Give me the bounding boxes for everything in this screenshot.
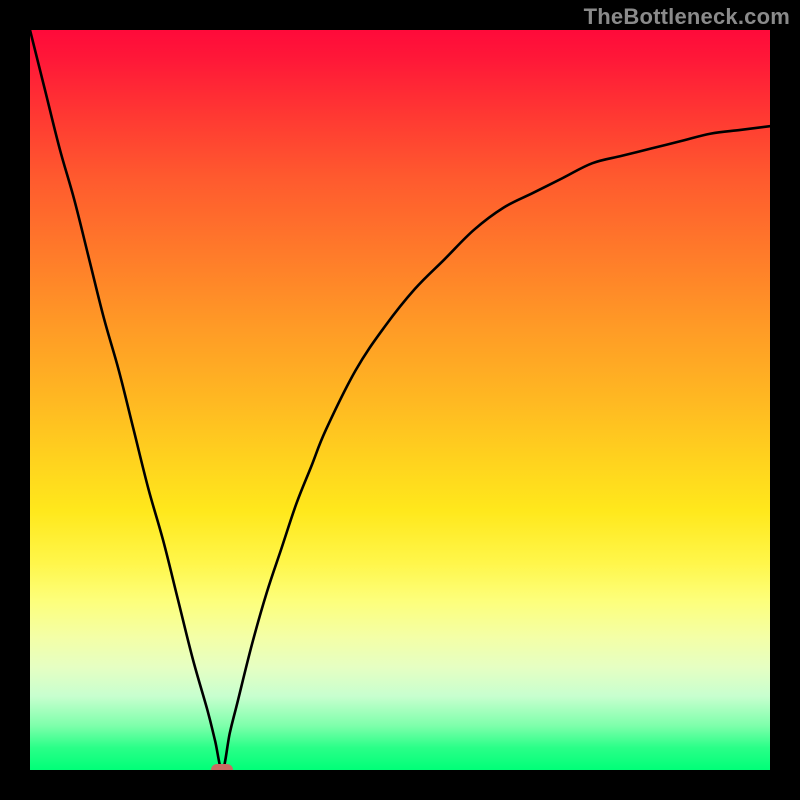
- bottleneck-curve: [30, 30, 770, 770]
- chart-frame: TheBottleneck.com: [0, 0, 800, 800]
- curve-svg: [30, 30, 770, 770]
- plot-area: [30, 30, 770, 770]
- watermark-text: TheBottleneck.com: [584, 4, 790, 30]
- optimal-point-marker: [211, 764, 233, 770]
